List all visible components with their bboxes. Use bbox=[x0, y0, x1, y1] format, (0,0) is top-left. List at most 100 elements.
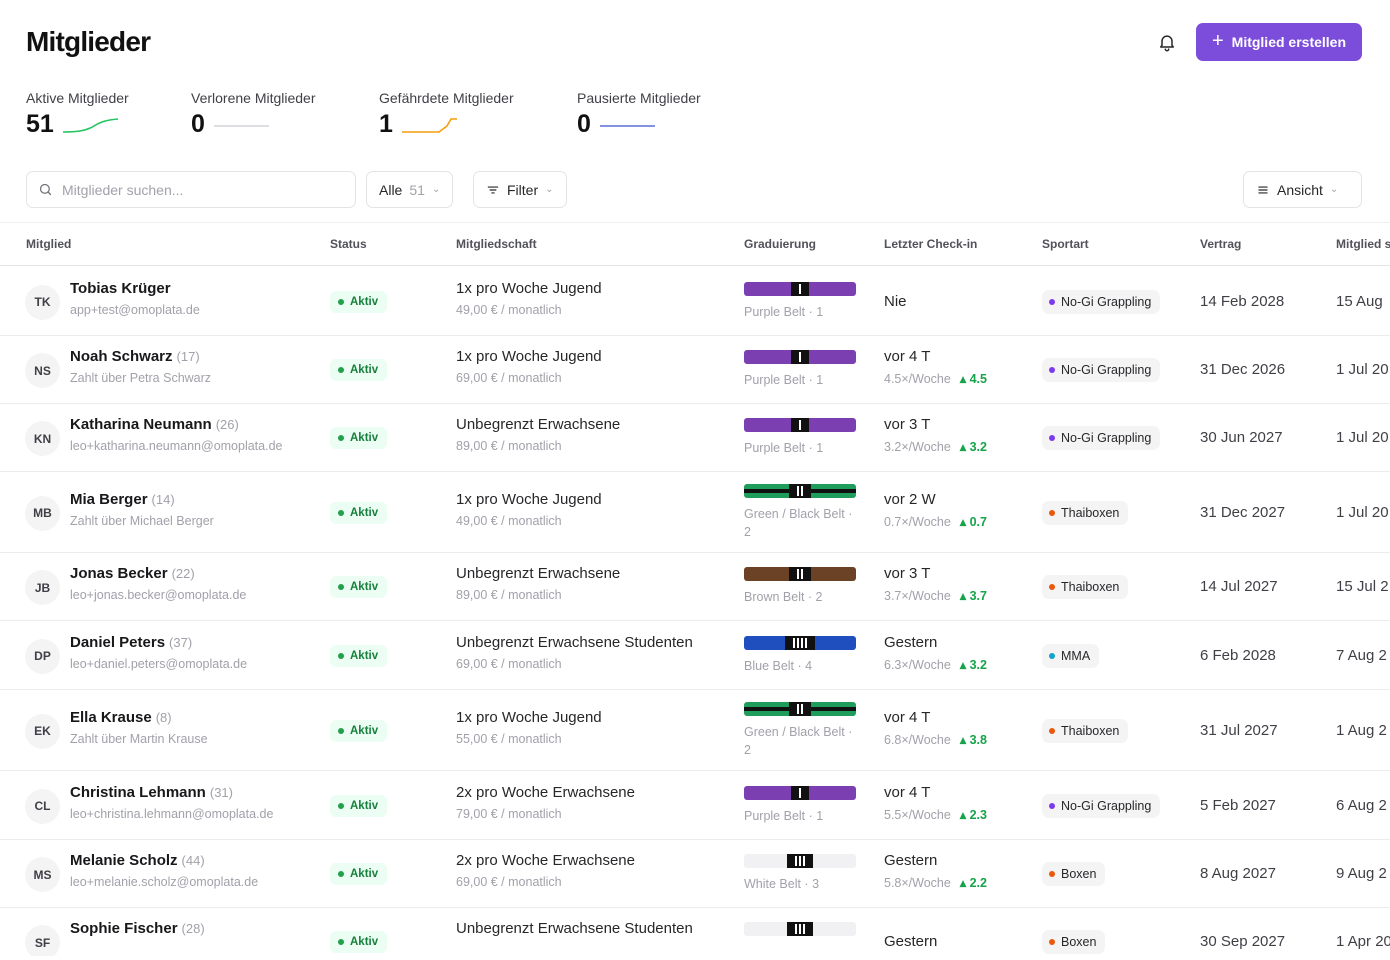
belt-graphic bbox=[744, 418, 856, 432]
graduation-cell: Purple Belt · 1 bbox=[744, 350, 860, 389]
membership-cell: 2x pro Woche Erwachsene 69,00 € / monatli… bbox=[456, 852, 635, 889]
trend-value: 2.3 bbox=[969, 807, 987, 822]
view-label: Ansicht bbox=[1277, 181, 1323, 198]
sparkline-path bbox=[62, 117, 118, 133]
filter-button[interactable]: Filter ⌄ bbox=[473, 171, 567, 208]
membership-cell: Unbegrenzt Erwachsene 89,00 € / monatlich bbox=[456, 416, 620, 453]
last-checkin: Nie bbox=[884, 292, 907, 310]
graduation-cell: Green / Black Belt · 2 bbox=[744, 483, 860, 541]
member-name[interactable]: Jonas Becker bbox=[70, 565, 168, 582]
stat-sparkline bbox=[401, 117, 457, 133]
status-dot bbox=[338, 652, 344, 659]
status-label: Aktiv bbox=[350, 649, 379, 662]
checkin-cell: Nie bbox=[884, 293, 907, 310]
belt-rank-bar bbox=[789, 701, 811, 716]
search-input[interactable] bbox=[62, 181, 332, 198]
member-contact: leo+melanie.scholz@omoplata.de bbox=[70, 875, 259, 889]
trend-up-icon: ▴ bbox=[959, 732, 970, 747]
table-row[interactable]: DP Daniel Peters (37) leo+daniel.peters@omo… bbox=[0, 621, 1390, 690]
stat-row: 0 bbox=[191, 112, 316, 137]
belt-stripe bbox=[803, 924, 805, 934]
membership-price: 89,00 € / monatlich bbox=[456, 439, 562, 453]
sport-dot bbox=[1049, 802, 1055, 809]
trend-indicator: ▴ 2.3 bbox=[960, 808, 987, 822]
sport-dot bbox=[1049, 871, 1055, 877]
last-checkin: vor 3 T bbox=[884, 416, 931, 433]
member-name[interactable]: Daniel Peters bbox=[70, 634, 165, 651]
status-dot bbox=[338, 367, 344, 373]
member-name[interactable]: Christina Lehmann bbox=[70, 784, 206, 801]
column-header[interactable]: Status bbox=[330, 237, 367, 251]
member-cell: Sophie Fischer (28) bbox=[70, 920, 205, 937]
table-row[interactable]: NS Noah Schwarz (17) Zahlt über Petra Schwa… bbox=[0, 336, 1390, 404]
member-search[interactable] bbox=[26, 171, 356, 208]
status-dot bbox=[338, 802, 344, 809]
member-since: 1 Jul 20 bbox=[1336, 429, 1389, 446]
trend-up-icon: ▴ bbox=[959, 589, 970, 603]
trend-value: 3.2 bbox=[969, 440, 987, 454]
table-row[interactable]: JB Jonas Becker (22) leo+jonas.becker@omopl… bbox=[0, 553, 1390, 621]
table-row[interactable]: EK Ella Krause (8) Zahlt über Martin Krause… bbox=[0, 690, 1390, 771]
member-age: (28) bbox=[181, 921, 205, 936]
sport-dot bbox=[1049, 435, 1055, 441]
member-name[interactable]: Sophie Fischer bbox=[70, 920, 178, 937]
table-row[interactable]: CL Christina Lehmann (31) leo+christina.leh… bbox=[0, 771, 1390, 840]
membership-name: 1x pro Woche Jugend bbox=[456, 348, 602, 365]
member-name[interactable]: Melanie Scholz bbox=[70, 852, 178, 869]
contract-end: 8 Aug 2027 bbox=[1200, 865, 1276, 882]
sport-label: MMA bbox=[1061, 648, 1091, 663]
status-filter-dropdown[interactable]: Alle 51 ⌄ bbox=[366, 171, 454, 208]
member-contact: leo+christina.lehmann@omoplata.de bbox=[70, 806, 274, 821]
member-name[interactable]: Katharina Neumann bbox=[70, 416, 212, 433]
status-badge: Aktiv bbox=[330, 794, 388, 817]
column-header[interactable]: Sportart bbox=[1042, 237, 1089, 251]
status-badge: Aktiv bbox=[330, 501, 388, 524]
sport-label: Thaiboxen bbox=[1061, 580, 1120, 594]
table-row[interactable]: MB Mia Berger (14) Zahlt über Michael Berge… bbox=[0, 472, 1390, 553]
belt-rank-bar bbox=[787, 854, 813, 868]
belt-stripe bbox=[799, 283, 801, 294]
belt-rank-bar bbox=[791, 418, 809, 432]
checkin-cell: vor 4 T 5.5×/Woche ▴ 2.3 bbox=[884, 784, 987, 822]
last-checkin: vor 4 T bbox=[884, 783, 931, 801]
table-row[interactable]: MS Melanie Scholz (44) leo+melanie.scholz@o… bbox=[0, 840, 1390, 908]
table-row[interactable]: KN Katharina Neumann (26) leo+katharina.neu… bbox=[0, 404, 1390, 472]
table-row[interactable]: SF Sophie Fischer (28) Aktiv Unbegrenzt Erwa… bbox=[0, 908, 1390, 956]
chevron-down-icon: ⌄ bbox=[431, 184, 441, 195]
column-header[interactable]: Mitglied s bbox=[1336, 237, 1390, 251]
column-header[interactable]: Mitgliedschaft bbox=[456, 237, 537, 251]
column-header[interactable]: Graduierung bbox=[744, 237, 816, 251]
checkin-cell: vor 3 T 3.2×/Woche ▴ 3.2 bbox=[884, 416, 987, 454]
checkin-frequency: 6.3×/Woche ▴ 3.2 bbox=[884, 657, 987, 672]
sport-badge: Thaiboxen bbox=[1042, 575, 1129, 599]
bell-icon bbox=[1160, 35, 1174, 52]
column-header[interactable]: Letzter Check-in bbox=[884, 237, 977, 251]
column-header[interactable]: Mitglied bbox=[26, 237, 71, 251]
create-member-button[interactable]: + Mitglied erstellen bbox=[1196, 23, 1362, 61]
member-contact: leo+daniel.peters@omoplata.de bbox=[70, 656, 248, 671]
all-count: 51 bbox=[409, 181, 425, 198]
belt-graphic bbox=[744, 922, 856, 936]
graduation-cell: Brown Belt · 2 bbox=[744, 567, 860, 606]
checkin-cell: vor 4 T 4.5×/Woche ▴ 4.5 bbox=[884, 348, 987, 386]
member-name[interactable]: Ella Krause bbox=[70, 709, 152, 726]
sport-label: No-Gi Grappling bbox=[1061, 363, 1152, 377]
member-name-line: Daniel Peters (37) bbox=[70, 634, 247, 651]
member-cell: Tobias Krüger app+test@omoplata.de bbox=[70, 280, 200, 317]
view-button[interactable]: Ansicht ⌄ bbox=[1243, 171, 1362, 208]
member-name[interactable]: Tobias Krüger bbox=[70, 280, 171, 297]
belt-graphic bbox=[744, 701, 856, 716]
graduation-cell: Green / Black Belt · 2 bbox=[744, 701, 860, 759]
member-name[interactable]: Mia Berger bbox=[70, 491, 148, 508]
sport-dot bbox=[1049, 298, 1055, 305]
member-name[interactable]: Noah Schwarz bbox=[70, 348, 173, 365]
column-header[interactable]: Vertrag bbox=[1200, 237, 1241, 251]
notifications-button[interactable] bbox=[1153, 28, 1181, 56]
trend-up-icon: ▴ bbox=[959, 440, 970, 454]
trend-up-icon: ▴ bbox=[959, 807, 970, 822]
table-row[interactable]: TK Tobias Krüger app+test@omoplata.de Aktiv… bbox=[0, 267, 1390, 336]
membership-name: 2x pro Woche Erwachsene bbox=[456, 783, 635, 801]
membership-name: 2x pro Woche Erwachsene bbox=[456, 852, 635, 869]
all-label: Alle bbox=[379, 181, 403, 198]
membership-name: Unbegrenzt Erwachsene Studenten bbox=[456, 920, 693, 937]
